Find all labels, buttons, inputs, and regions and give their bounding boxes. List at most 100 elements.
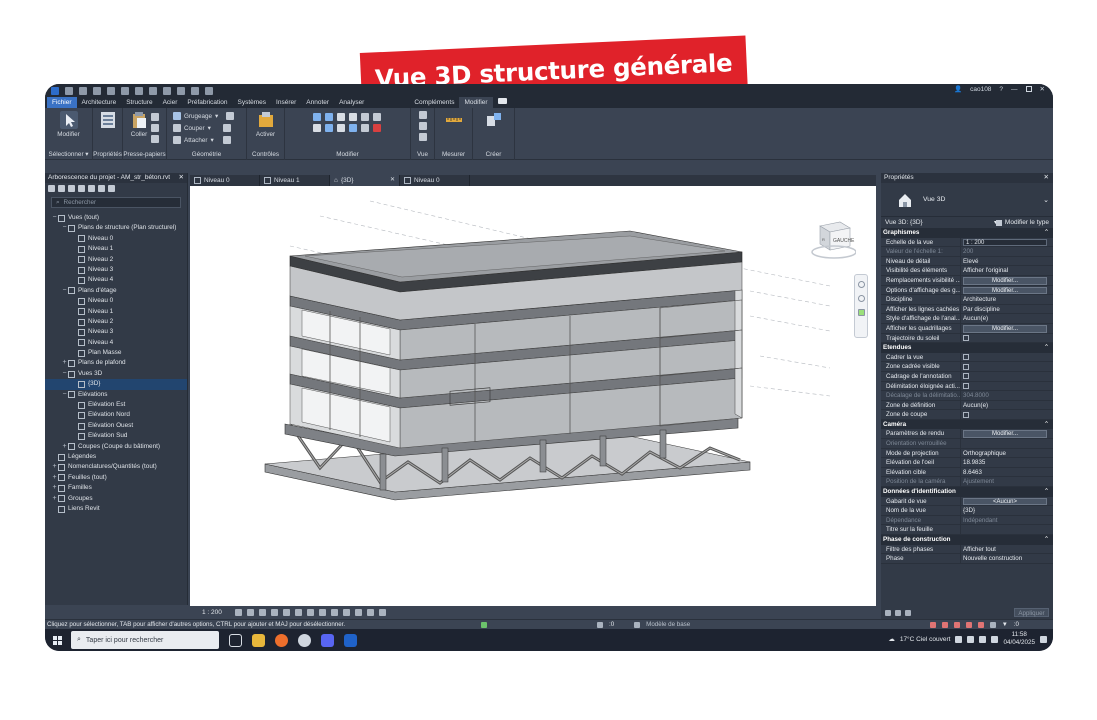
sun-path-icon[interactable] <box>258 608 266 616</box>
tree-item[interactable]: Niveau 4 <box>45 338 187 348</box>
tree-item[interactable]: Plan Masse <box>45 348 187 358</box>
property-value[interactable]: {3D} <box>961 506 1053 515</box>
close-tab-icon[interactable]: ✕ <box>390 175 395 186</box>
worksharing-icon[interactable] <box>354 608 362 616</box>
rotate-icon[interactable] <box>337 124 345 132</box>
tab-architecture[interactable]: Architecture <box>77 97 122 108</box>
tree-item[interactable]: + Plans de plafond <box>45 358 187 368</box>
expand-icon[interactable]: + <box>51 473 58 483</box>
property-checkbox[interactable] <box>963 373 969 380</box>
tray-icon[interactable] <box>979 635 987 643</box>
user-name[interactable]: cao108 <box>970 86 991 93</box>
dimension-icon[interactable] <box>163 86 171 95</box>
expand-icon[interactable]: + <box>61 358 68 368</box>
wall-join-icon[interactable] <box>222 124 231 132</box>
crop-icon[interactable] <box>294 608 302 616</box>
editing-requests-icon[interactable] <box>597 621 603 628</box>
select-label[interactable]: Sélectionner ▾ <box>45 150 92 160</box>
join-icon[interactable] <box>226 112 235 120</box>
property-section[interactable]: Données d'identification ⌃ <box>881 487 1053 497</box>
property-value[interactable]: Modifier... <box>961 276 1053 285</box>
filter-icon[interactable] <box>895 609 901 616</box>
tree-item[interactable]: − Vues (tout) <box>45 213 187 223</box>
property-edit-button[interactable]: Modifier... <box>963 430 1047 439</box>
tab-modifier[interactable]: Modifier <box>459 97 493 108</box>
collapse-icon[interactable]: ⌃ <box>1044 420 1049 430</box>
steering-wheel-icon[interactable] <box>857 281 865 288</box>
tree-item[interactable]: Niveau 0 <box>45 296 187 306</box>
tree-item[interactable]: − Plans de structure (Plan structurel) <box>45 223 187 233</box>
property-value[interactable] <box>961 362 1053 371</box>
paint-icon[interactable] <box>222 136 231 144</box>
tree-item[interactable]: Niveau 2 <box>45 317 187 327</box>
workset-icon[interactable] <box>481 621 487 628</box>
expand-icon[interactable]: + <box>61 442 68 452</box>
split-icon[interactable] <box>361 113 369 121</box>
view-tab[interactable]: Niveau 0 <box>400 175 470 186</box>
property-checkbox[interactable] <box>963 383 969 389</box>
tab-analyser[interactable]: Analyser <box>334 97 369 108</box>
browser-tool-icon[interactable] <box>88 185 95 192</box>
browser-tool-icon[interactable] <box>78 185 85 192</box>
property-value[interactable]: Architecture <box>961 295 1053 304</box>
constraints-icon[interactable] <box>378 608 386 616</box>
tray-icon[interactable] <box>967 635 975 643</box>
property-value[interactable]: <Aucun> <box>961 497 1053 506</box>
align-icon[interactable] <box>313 113 321 121</box>
revit-app-icon[interactable] <box>344 633 357 647</box>
analytical-icon[interactable] <box>366 608 374 616</box>
sync-icon[interactable] <box>93 86 101 95</box>
tray-icon[interactable] <box>991 635 999 643</box>
weather-text[interactable]: 17°C Ciel couvert <box>900 636 951 643</box>
tab-complements[interactable]: Compléments <box>409 97 459 108</box>
browser-tool-icon[interactable] <box>58 185 65 192</box>
collapse-icon[interactable]: − <box>61 390 68 400</box>
collapse-icon[interactable]: − <box>61 286 68 296</box>
temporary-hide-icon[interactable] <box>330 608 338 616</box>
print-icon[interactable] <box>135 86 143 95</box>
browser-tool-icon[interactable] <box>48 185 55 192</box>
type-selector[interactable]: Vue 3D ⌄ <box>881 183 1053 217</box>
shadows-icon[interactable] <box>270 608 278 616</box>
tree-item[interactable]: + Feuilles (tout) <box>45 473 187 483</box>
file-explorer-icon[interactable] <box>252 633 265 647</box>
property-edit-button[interactable]: Modifier... <box>963 276 1047 285</box>
select-pinned-icon[interactable] <box>953 621 960 628</box>
property-checkbox[interactable] <box>963 411 969 418</box>
tree-item[interactable]: + Familles <box>45 483 187 493</box>
sort-icon[interactable] <box>885 609 891 616</box>
notification-icon[interactable] <box>1040 635 1047 643</box>
3d-viewport[interactable]: GAUCHE R <box>190 186 876 606</box>
tree-item[interactable]: Niveau 3 <box>45 327 187 337</box>
property-value[interactable] <box>961 382 1053 391</box>
close-button[interactable]: ✕ <box>1040 85 1045 93</box>
help-icon[interactable]: ? <box>999 86 1003 93</box>
browser-search-input[interactable]: ⌕ Rechercher <box>51 197 181 208</box>
drag-elements-icon[interactable] <box>977 621 984 628</box>
tree-item[interactable]: + Groupes <box>45 494 187 504</box>
expand-icon[interactable]: + <box>51 462 58 472</box>
render-icon[interactable] <box>282 608 290 616</box>
select-by-face-icon[interactable] <box>965 621 972 628</box>
collapse-icon[interactable]: − <box>61 369 68 379</box>
tree-item[interactable]: Elévation Sud <box>45 431 187 441</box>
zoom-icon[interactable] <box>857 295 865 302</box>
browser-tool-icon[interactable] <box>68 185 75 192</box>
viewcube[interactable]: GAUCHE R <box>810 216 856 262</box>
property-checkbox[interactable] <box>963 363 969 370</box>
tree-item[interactable]: Elévation Nord <box>45 410 187 420</box>
tab-extra[interactable] <box>493 97 512 108</box>
create-assembly-icon[interactable] <box>485 111 503 129</box>
tree-item[interactable]: Niveau 3 <box>45 265 187 275</box>
browser-tool-icon[interactable] <box>108 185 115 192</box>
measure-tool-icon[interactable] <box>445 111 463 129</box>
override-icon[interactable] <box>418 122 427 130</box>
property-edit-button[interactable]: <Aucun> <box>963 497 1047 506</box>
hide-icon[interactable] <box>418 111 427 119</box>
property-section[interactable]: Caméra ⌃ <box>881 419 1053 430</box>
property-value[interactable]: Modifier... <box>961 324 1053 333</box>
copy-element-icon[interactable] <box>325 124 333 132</box>
cope-button[interactable]: Grugeage ▾ <box>173 111 235 121</box>
property-value[interactable]: Par discipline <box>961 305 1053 314</box>
tree-item[interactable]: − Elévations <box>45 390 187 400</box>
